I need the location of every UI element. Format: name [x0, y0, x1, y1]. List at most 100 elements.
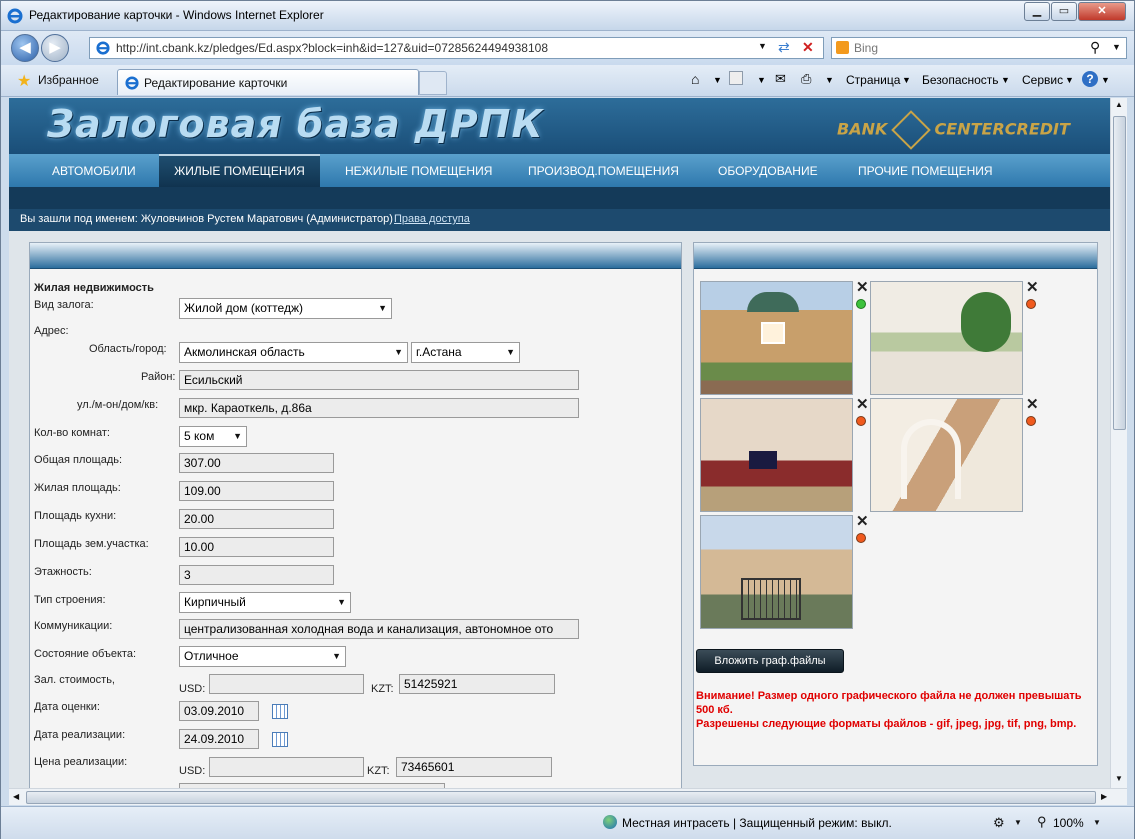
upload-warning: Внимание! Размер одного графического фай…: [696, 689, 1091, 731]
back-button[interactable]: ◀: [11, 34, 39, 62]
help-dropdown-icon[interactable]: ▼: [1101, 75, 1110, 85]
street-field[interactable]: мкр. Караоткель, д.86а: [179, 398, 579, 418]
delete-photo-5-icon[interactable]: ✕: [856, 514, 869, 529]
vertical-scrollbar[interactable]: ▲ ▼: [1110, 98, 1127, 788]
floors-field[interactable]: 3: [179, 565, 334, 585]
nav-cars[interactable]: АВТОМОБИЛИ: [52, 154, 136, 187]
chevron-down-icon: ▼: [332, 651, 341, 661]
compat-view-icon[interactable]: ⇄: [778, 39, 790, 56]
help-icon[interactable]: ?: [1082, 71, 1098, 87]
sale-price-kzt-label: KZT:: [367, 765, 390, 777]
close-window-button[interactable]: ✕: [1078, 2, 1126, 21]
home-dropdown-icon[interactable]: ▼: [713, 75, 722, 85]
total-area-field[interactable]: 307.00: [179, 453, 334, 473]
scroll-right-icon[interactable]: ▶: [1101, 792, 1107, 801]
sale-price-usd-field[interactable]: [209, 757, 364, 777]
nav-other[interactable]: ПРОЧИЕ ПОМЕЩЕНИЯ: [858, 154, 993, 187]
building-type-select[interactable]: Кирпичный ▼: [179, 592, 351, 613]
intranet-globe-icon: [603, 815, 617, 829]
pledge-value-kzt-label: KZT:: [371, 683, 394, 695]
total-area-label: Общая площадь:: [34, 454, 123, 466]
protected-mode-dropdown-icon[interactable]: ▼: [1014, 818, 1022, 827]
maximize-button[interactable]: ▭: [1051, 2, 1077, 21]
bank-logo: BANK CENTERCREDIT: [837, 110, 1070, 150]
region-select[interactable]: Акмолинская область ▼: [179, 342, 408, 363]
delete-photo-3-icon[interactable]: ✕: [856, 397, 869, 412]
browser-window: Редактирование карточки - Windows Intern…: [0, 0, 1135, 839]
scroll-down-icon[interactable]: ▼: [1115, 774, 1123, 783]
safety-menu[interactable]: Безопасность: [922, 73, 999, 87]
photo-staircase[interactable]: [870, 398, 1023, 512]
scroll-up-icon[interactable]: ▲: [1115, 100, 1123, 109]
living-area-field[interactable]: 109.00: [179, 481, 334, 501]
sale-price-label: Цена реализации:: [34, 756, 128, 768]
forward-button[interactable]: ▶: [41, 34, 69, 62]
delete-photo-4-icon[interactable]: ✕: [1026, 397, 1039, 412]
city-select[interactable]: г.Астана ▼: [411, 342, 520, 363]
home-icon[interactable]: ⌂: [691, 71, 699, 87]
upload-files-button[interactable]: Вложить граф.файлы: [696, 649, 844, 673]
feeds-icon[interactable]: [729, 71, 743, 85]
utilities-field[interactable]: централизованная холодная вода и канализ…: [179, 619, 579, 639]
sale-price-kzt-field[interactable]: 73465601: [396, 757, 552, 777]
region-label: Область/город:: [89, 343, 167, 355]
pledge-value-kzt-field[interactable]: 51425921: [399, 674, 555, 694]
stop-icon[interactable]: ✕: [802, 39, 814, 56]
search-icon[interactable]: ⚲: [1090, 39, 1100, 56]
site-title: Залоговая база ДРПК: [47, 102, 544, 146]
pledge-type-select[interactable]: Жилой дом (коттедж) ▼: [179, 298, 392, 319]
access-rights-link[interactable]: Права доступа: [394, 213, 470, 225]
sale-date-field[interactable]: 24.09.2010: [179, 729, 259, 749]
favorites-button[interactable]: Избранное: [38, 73, 99, 87]
nav-residential[interactable]: ЖИЛЫЕ ПОМЕЩЕНИЯ: [159, 154, 320, 187]
zoom-level[interactable]: 100%: [1053, 816, 1084, 830]
feeds-dropdown-icon[interactable]: ▼: [757, 75, 766, 85]
minimize-button[interactable]: ▁: [1024, 2, 1050, 21]
url-text: http://int.cbank.kz/pledges/Ed.aspx?bloc…: [116, 41, 549, 55]
appraisal-date-field[interactable]: 03.09.2010: [179, 701, 259, 721]
zoom-icon[interactable]: ⚲: [1037, 814, 1047, 830]
photo-plants: [961, 292, 1011, 352]
district-field[interactable]: Есильский: [179, 370, 579, 390]
pledge-value-usd-field[interactable]: [209, 674, 364, 694]
tools-menu-arrow-icon: ▼: [1065, 75, 1074, 85]
security-zone[interactable]: Местная интрасеть | Защищенный режим: вы…: [622, 816, 892, 830]
mail-icon[interactable]: ✉: [775, 71, 786, 87]
print-dropdown-icon[interactable]: ▼: [825, 75, 834, 85]
page-menu[interactable]: Страница: [846, 73, 900, 87]
vertical-scroll-thumb[interactable]: [1113, 116, 1126, 430]
kitchen-area-field[interactable]: 20.00: [179, 509, 334, 529]
protected-mode-icon[interactable]: ⚙: [993, 815, 1005, 831]
photo-house-front[interactable]: [700, 281, 853, 395]
appraisal-calendar-icon[interactable]: [272, 704, 288, 719]
delete-photo-1-icon[interactable]: ✕: [856, 280, 869, 295]
utilities-label: Коммуникации:: [34, 620, 113, 632]
search-dropdown-icon[interactable]: ▼: [1112, 42, 1121, 52]
dropdown-icon[interactable]: ▼: [758, 41, 767, 51]
print-icon[interactable]: ⎙: [801, 71, 811, 87]
favorites-star-icon[interactable]: ★: [17, 71, 31, 91]
address-bar[interactable]: http://int.cbank.kz/pledges/Ed.aspx?bloc…: [89, 37, 824, 59]
scroll-left-icon[interactable]: ◀: [13, 792, 19, 801]
search-placeholder: Bing: [854, 41, 879, 55]
nav-equipment[interactable]: ОБОРУДОВАНИЕ: [718, 154, 818, 187]
photo-living-room[interactable]: [870, 281, 1023, 395]
photo-hall-tv[interactable]: [700, 398, 853, 512]
photo-house-gate[interactable]: [700, 515, 853, 629]
nav-industrial[interactable]: ПРОИЗВОД.ПОМЕЩЕНИЯ: [528, 154, 679, 187]
browser-tab[interactable]: Редактирование карточки: [117, 69, 419, 95]
new-tab-button[interactable]: [419, 71, 447, 95]
land-area-field[interactable]: 10.00: [179, 537, 334, 557]
search-box[interactable]: Bing ⚲ ▼: [831, 37, 1127, 59]
horizontal-scroll-thumb[interactable]: [26, 791, 1096, 804]
rooms-select[interactable]: 5 ком ▼: [179, 426, 247, 447]
tools-menu[interactable]: Сервис: [1022, 73, 1063, 87]
appraisal-date-label: Дата оценки:: [34, 701, 100, 713]
zoom-dropdown-icon[interactable]: ▼: [1093, 818, 1101, 827]
sale-calendar-icon[interactable]: [272, 732, 288, 747]
condition-select[interactable]: Отличное ▼: [179, 646, 346, 667]
city-value: г.Астана: [416, 345, 462, 359]
nav-nonresidential[interactable]: НЕЖИЛЫЕ ПОМЕЩЕНИЯ: [345, 154, 492, 187]
horizontal-scrollbar[interactable]: ◀ ▶: [9, 788, 1127, 805]
delete-photo-2-icon[interactable]: ✕: [1026, 280, 1039, 295]
